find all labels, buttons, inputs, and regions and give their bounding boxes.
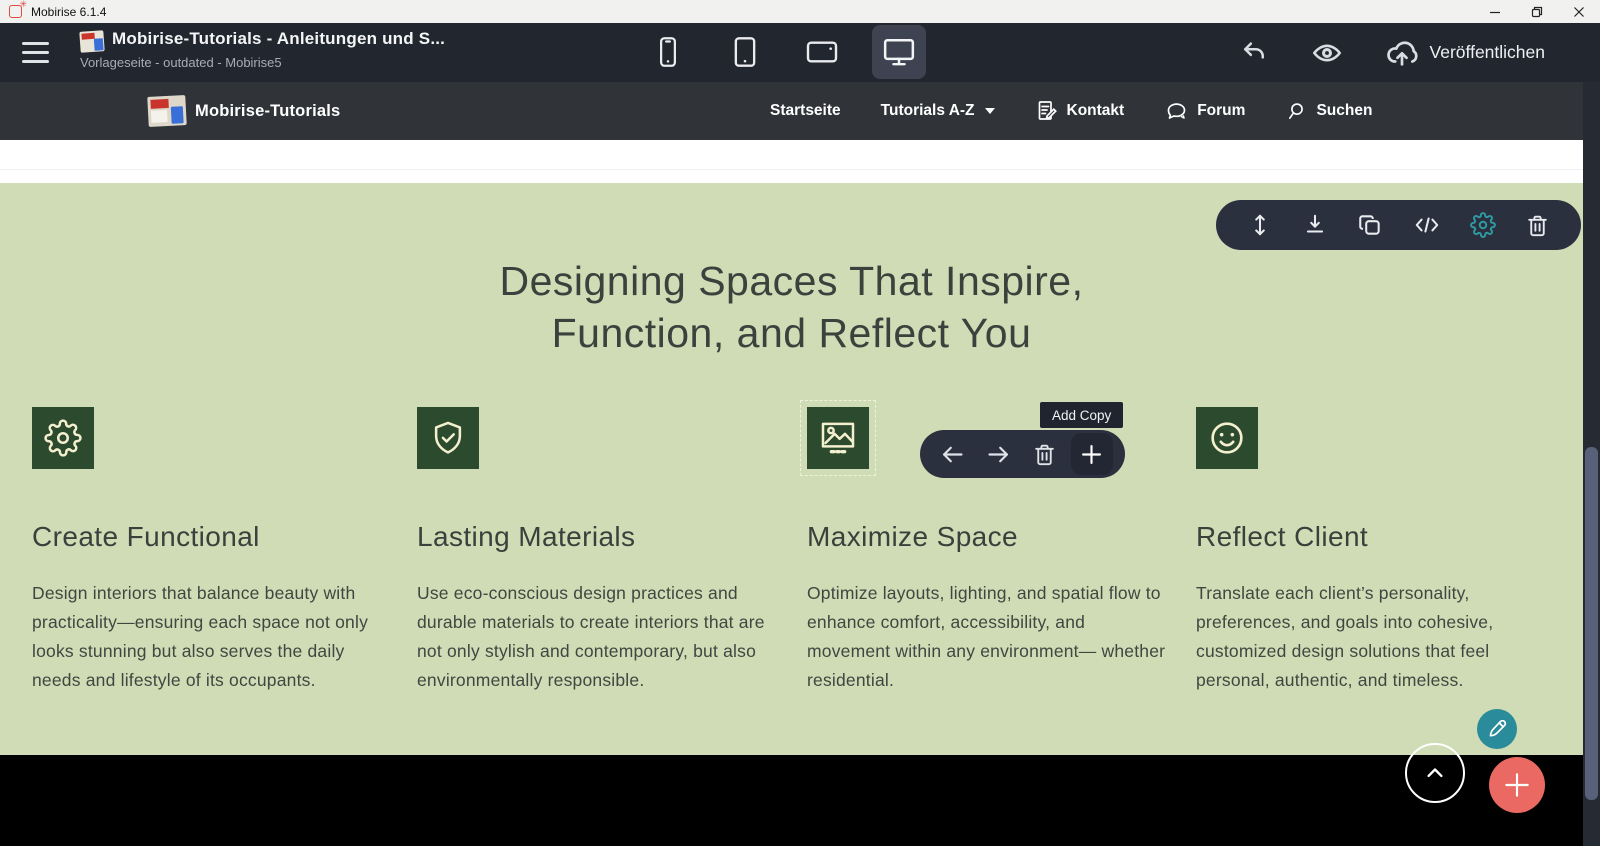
sparkle-icon: ✳	[19, 0, 27, 9]
duplicate-block-icon[interactable]	[1357, 212, 1383, 238]
canvas-scrollbar[interactable]	[1583, 82, 1600, 846]
resize-vertical-icon[interactable]	[1247, 212, 1273, 238]
site-logo	[147, 95, 187, 127]
project-title[interactable]: Mobirise-Tutorials - Anleitungen und S..…	[112, 29, 445, 49]
add-item-icon[interactable]	[1071, 433, 1113, 475]
block-toolbar	[1216, 200, 1581, 250]
project-thumbnail	[79, 30, 104, 53]
publish-button[interactable]: Veröffentlichen	[1385, 36, 1545, 70]
paintbrush-icon	[1485, 717, 1509, 741]
app-toolbar: Mobirise-Tutorials - Anleitungen und S..…	[0, 23, 1600, 82]
scroll-to-top-button[interactable]	[1405, 743, 1465, 803]
style-brush-button[interactable]	[1477, 709, 1517, 749]
preview-eye-button[interactable]	[1311, 37, 1343, 69]
site-brand[interactable]: Mobirise-Tutorials	[148, 96, 340, 126]
main-menu-button[interactable]	[22, 42, 49, 63]
gear-icon[interactable]	[32, 407, 94, 469]
feature-title[interactable]: Lasting Materials	[417, 521, 779, 553]
code-editor-icon[interactable]	[1413, 212, 1441, 238]
mobirise-window: ✳ Mobirise 6.1.4 Mobirise-Tutorials - An…	[0, 0, 1600, 846]
appbar-actions: Veröffentlichen	[1239, 23, 1545, 82]
device-desktop-button[interactable]	[872, 25, 926, 79]
feature-card-create-functional[interactable]: Create Functional Design interiors that …	[32, 407, 394, 695]
shield-check-icon[interactable]	[417, 407, 479, 469]
restore-button[interactable]	[1516, 0, 1558, 23]
feature-card-reflect-client[interactable]: Reflect Client Translate each client’s p…	[1196, 407, 1558, 695]
move-left-icon[interactable]	[932, 434, 972, 474]
device-preview-switcher	[641, 25, 926, 80]
feature-title[interactable]: Maximize Space	[807, 521, 1169, 553]
smiley-icon[interactable]	[1196, 407, 1258, 469]
nav-item-tutorials[interactable]: Tutorials A-Z	[881, 102, 995, 120]
scrollbar-thumb[interactable]	[1585, 447, 1598, 800]
os-titlebar: ✳ Mobirise 6.1.4	[0, 0, 1600, 23]
chevron-up-icon	[1421, 759, 1449, 787]
window-controls	[1474, 0, 1600, 23]
feature-text[interactable]: Use eco-conscious design practices and d…	[417, 579, 779, 695]
nav-item-kontakt[interactable]: Kontakt	[1035, 99, 1125, 123]
delete-item-icon[interactable]	[1025, 434, 1065, 474]
cloud-upload-icon	[1385, 36, 1419, 70]
add-copy-tooltip: Add Copy	[1040, 402, 1123, 428]
image-icon[interactable]	[807, 407, 869, 469]
site-nav-block: Mobirise-Tutorials Startseite Tutorials …	[0, 82, 1583, 140]
site-brand-name: Mobirise-Tutorials	[195, 102, 340, 121]
minimize-button[interactable]	[1474, 0, 1516, 23]
nav-item-suchen[interactable]: Suchen	[1285, 100, 1372, 123]
publish-label: Veröffentlichen	[1430, 42, 1545, 63]
item-toolbar	[920, 430, 1125, 478]
feature-text[interactable]: Design interiors that balance beauty wit…	[32, 579, 394, 695]
device-mobile-button[interactable]	[641, 25, 695, 79]
feature-text[interactable]: Optimize layouts, lighting, and spatial …	[807, 579, 1169, 695]
block-settings-icon[interactable]	[1470, 212, 1496, 238]
add-block-button[interactable]	[1489, 757, 1545, 813]
feature-card-lasting-materials[interactable]: Lasting Materials Use eco-conscious desi…	[417, 407, 779, 695]
mobirise-app-icon: ✳	[9, 5, 22, 18]
canvas-footer-block	[0, 755, 1583, 846]
move-right-icon[interactable]	[978, 434, 1018, 474]
chat-icon	[1164, 99, 1189, 123]
nav-item-forum[interactable]: Forum	[1164, 99, 1245, 123]
site-nav-items: Startseite Tutorials A-Z Kontakt	[770, 82, 1372, 140]
feature-text[interactable]: Translate each client’s personality, pre…	[1196, 579, 1558, 695]
window-title: Mobirise 6.1.4	[31, 5, 106, 19]
canvas-white-block	[0, 140, 1583, 183]
delete-block-icon[interactable]	[1525, 213, 1550, 238]
chevron-down-icon	[985, 108, 995, 114]
plus-icon	[1501, 769, 1533, 801]
search-icon	[1285, 100, 1308, 123]
close-button[interactable]	[1558, 0, 1600, 23]
nav-item-startseite[interactable]: Startseite	[770, 102, 841, 120]
project-subtitle: Vorlageseite - outdated - Mobirise5	[80, 55, 282, 70]
contact-form-icon	[1035, 99, 1059, 123]
features-block[interactable]: Designing Spaces That Inspire, Function,…	[0, 183, 1583, 755]
save-block-icon[interactable]	[1302, 212, 1328, 238]
device-tablet-landscape-button[interactable]	[795, 25, 849, 79]
undo-button[interactable]	[1239, 38, 1269, 68]
feature-title[interactable]: Create Functional	[32, 521, 394, 553]
feature-title[interactable]: Reflect Client	[1196, 521, 1558, 553]
device-tablet-portrait-button[interactable]	[718, 25, 772, 79]
section-heading[interactable]: Designing Spaces That Inspire, Function,…	[0, 255, 1583, 359]
